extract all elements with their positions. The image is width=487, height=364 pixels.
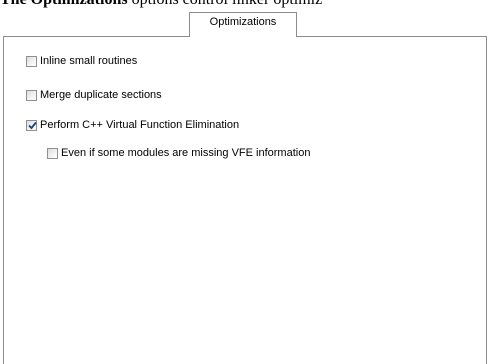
vfe-label: Perform C++ Virtual Function Elimination [40, 118, 240, 131]
optimizations-panel: Inline small routines Merge duplicate se… [3, 36, 487, 364]
tab-optimizations-label: Optimizations [209, 16, 277, 28]
vfe-missing-info-checkbox[interactable] [47, 147, 58, 159]
merge-duplicate-sections-checkbox[interactable] [26, 89, 37, 101]
tab-optimizations[interactable]: Optimizations [189, 12, 297, 37]
vfe-missing-info-option[interactable]: Even if some modules are missing VFE inf… [47, 146, 310, 160]
vfe-missing-info-label: Even if some modules are missing VFE inf… [61, 146, 311, 159]
vfe-checkbox[interactable] [26, 119, 37, 131]
inline-small-routines-checkbox[interactable] [26, 55, 37, 67]
tab-strip: Optimizations [0, 0, 487, 38]
vfe-option[interactable]: Perform C++ Virtual Function Elimination [26, 118, 239, 132]
merge-duplicate-sections-option[interactable]: Merge duplicate sections [26, 88, 162, 102]
inline-small-routines-label: Inline small routines [40, 54, 138, 67]
merge-duplicate-sections-label: Merge duplicate sections [40, 88, 162, 101]
checkmark-icon [28, 121, 37, 129]
inline-small-routines-option[interactable]: Inline small routines [26, 54, 137, 68]
